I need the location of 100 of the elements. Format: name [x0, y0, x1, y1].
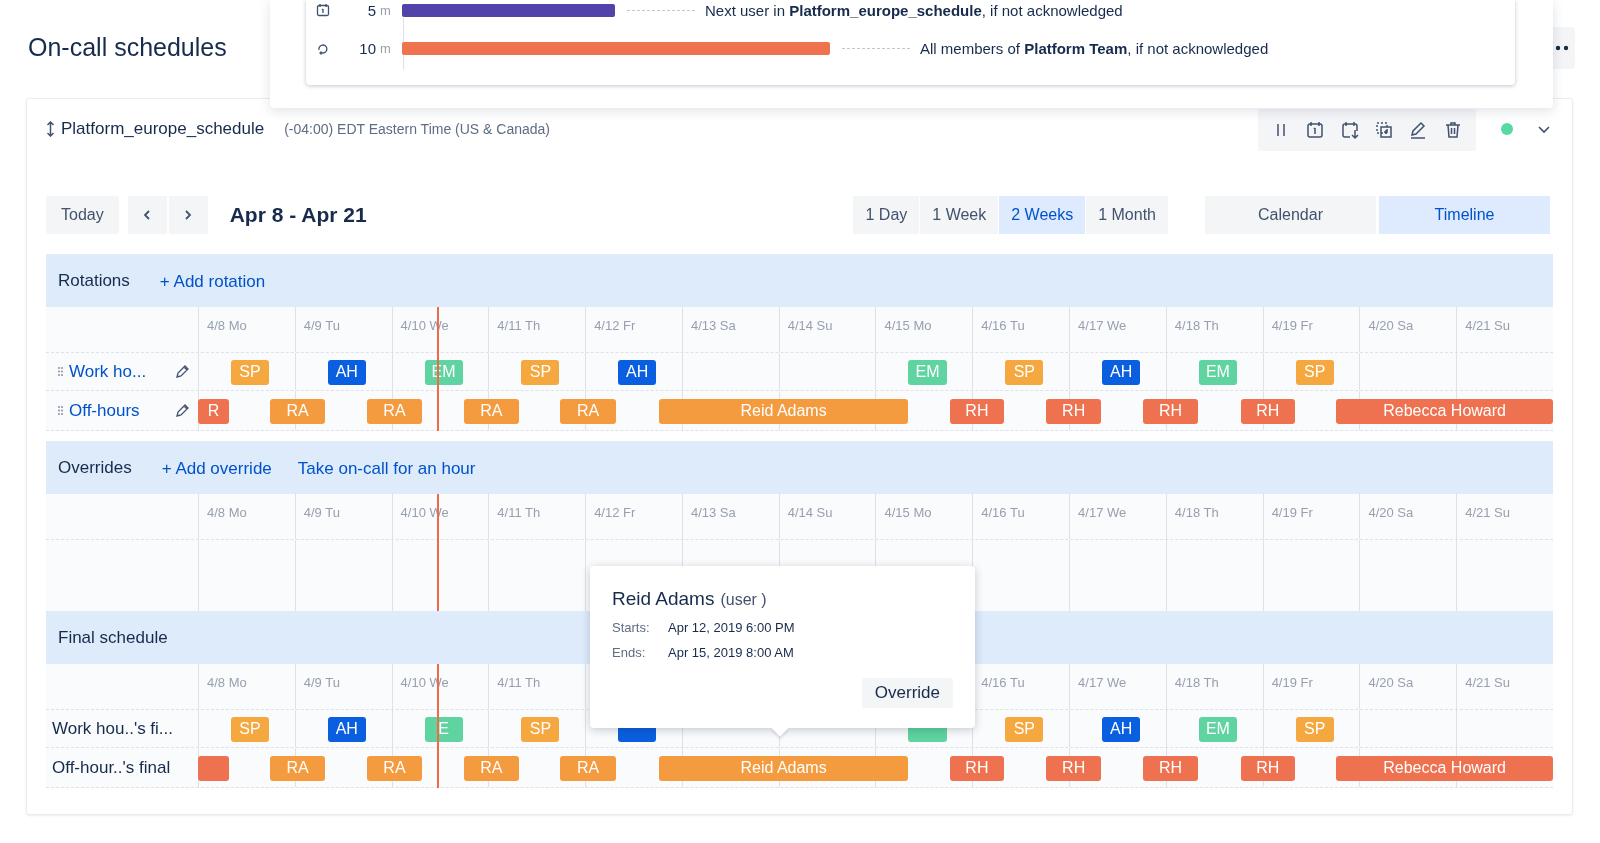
day-label: 4/20 Sa: [1368, 505, 1414, 520]
shift-bar[interactable]: RA: [366, 755, 423, 781]
shift-bar[interactable]: SP: [521, 359, 560, 385]
day-label: 4/18 Th: [1174, 505, 1219, 520]
shift-bar[interactable]: RA: [463, 755, 519, 781]
shift-bar[interactable]: E: [424, 716, 463, 742]
sort-arrows-icon[interactable]: [46, 121, 55, 137]
shift-bar[interactable]: SP: [521, 716, 560, 742]
day-label: 4/16 Tu: [981, 318, 1025, 333]
delay-value: 5: [366, 1, 376, 19]
day-label: 4/15 Mo: [884, 318, 932, 333]
shift-bar[interactable]: RH: [1240, 755, 1295, 781]
shift-bar[interactable]: Reid Adams: [658, 755, 909, 781]
day-label: 4/21 Su: [1465, 505, 1511, 520]
shift-bar[interactable]: AH: [1102, 716, 1141, 742]
section-title: Rotations: [58, 270, 130, 291]
day-label: 4/12 Fr: [594, 318, 636, 333]
pencil-icon[interactable]: [175, 364, 190, 379]
shift-bar[interactable]: RH: [949, 755, 1005, 781]
shift-bar[interactable]: Rebecca Howard: [1336, 755, 1553, 781]
day-label: 4/11 Th: [497, 505, 541, 520]
rotation-link[interactable]: Off-hours: [69, 400, 140, 421]
period-tab[interactable]: 1 Week: [920, 196, 999, 234]
row-label: Off-hour..'s final: [52, 757, 171, 778]
shift-bar[interactable]: [198, 755, 229, 781]
day-label: 4/17 We: [1078, 505, 1127, 520]
view-tab[interactable]: Calendar: [1205, 196, 1376, 234]
day-label: 4/20 Sa: [1368, 318, 1414, 333]
drag-handle-icon[interactable]: [58, 406, 63, 415]
day-label: 4/14 Su: [787, 318, 833, 333]
shift-bar[interactable]: SP: [1005, 716, 1044, 742]
copy-icon[interactable]: [1374, 120, 1395, 140]
shift-bar[interactable]: RH: [1240, 398, 1295, 424]
escalation-text: All members of Platform Team, if not acknowledged: [920, 39, 1269, 57]
shift-bar[interactable]: AH: [327, 359, 366, 385]
shift-bar[interactable]: RA: [270, 755, 326, 781]
shift-bar[interactable]: AH: [618, 359, 657, 385]
more-button[interactable]: [1553, 27, 1575, 69]
row-label: Work hou..'s fi...: [52, 718, 174, 739]
shift-bar[interactable]: SP: [230, 716, 270, 742]
shift-bar[interactable]: RA: [560, 755, 616, 781]
day-label: 4/16 Tu: [981, 505, 1025, 520]
period-tab[interactable]: 1 Month: [1086, 196, 1168, 234]
shift-bar[interactable]: RA: [560, 398, 616, 424]
shift-bar[interactable]: RH: [949, 398, 1005, 424]
more-icon: [1555, 45, 1569, 51]
period-tab[interactable]: 2 Weeks: [999, 196, 1086, 234]
repeat-icon: [316, 41, 330, 55]
shift-bar[interactable]: RH: [1046, 398, 1101, 424]
shift-bar[interactable]: AH: [327, 716, 366, 742]
day-label: 4/17 We: [1078, 318, 1127, 333]
shift-bar[interactable]: SP: [1005, 359, 1044, 385]
field-value: Apr 15, 2019 8:00 AM: [668, 645, 794, 660]
shift-bar[interactable]: EM: [1198, 359, 1237, 385]
pencil-icon[interactable]: [175, 403, 190, 418]
day-label: 4/14 Su: [787, 505, 833, 520]
shift-bar[interactable]: RH: [1143, 755, 1198, 781]
drag-handle-icon[interactable]: [58, 367, 63, 376]
user-role: (user ): [720, 591, 767, 609]
section-action-link[interactable]: + Add rotation: [159, 272, 266, 292]
override-button[interactable]: Override: [861, 678, 953, 708]
shift-bar[interactable]: SP: [1295, 359, 1334, 385]
day-label: 4/8 Mo: [207, 675, 247, 690]
schedule-name: Platform_europe_schedule: [61, 119, 265, 139]
shift-bar[interactable]: EM: [908, 359, 947, 385]
day-label: 4/18 Th: [1174, 318, 1219, 333]
timezone-label: (-04:00) EDT Eastern Time (US & Canada): [284, 121, 551, 137]
view-tab[interactable]: Timeline: [1379, 196, 1550, 234]
today-button[interactable]: Today: [46, 196, 119, 234]
shift-bar[interactable]: RH: [1046, 755, 1101, 781]
section-action-link[interactable]: + Add override: [161, 459, 272, 479]
section-title: Final schedule: [58, 627, 168, 648]
shift-bar[interactable]: RA: [270, 398, 326, 424]
period-tab[interactable]: 1 Day: [853, 196, 920, 234]
shift-bar[interactable]: AH: [1102, 359, 1141, 385]
calendar-arrow-icon[interactable]: [1339, 120, 1360, 140]
day-label: 4/16 Tu: [981, 675, 1025, 690]
day-label: 4/8 Mo: [207, 318, 247, 333]
day-label: 4/8 Mo: [207, 505, 247, 520]
day-label: 4/17 We: [1078, 675, 1127, 690]
shift-bar[interactable]: EM: [1198, 716, 1237, 742]
shift-bar[interactable]: R: [198, 398, 229, 424]
shift-bar[interactable]: RH: [1143, 398, 1198, 424]
shift-bar[interactable]: Reid Adams: [658, 398, 909, 424]
shift-bar[interactable]: RA: [366, 398, 423, 424]
day-label: 4/19 Fr: [1271, 675, 1313, 690]
field-label: Ends:: [612, 645, 647, 660]
delay-value: 10: [358, 39, 376, 57]
day-label: 4/11 Th: [497, 675, 541, 690]
day-label: 4/18 Th: [1174, 675, 1219, 690]
shift-bar[interactable]: Rebecca Howard: [1336, 398, 1553, 424]
user-name: Reid Adams: [612, 588, 715, 610]
rotation-link[interactable]: Work ho...: [69, 361, 147, 382]
shift-bar[interactable]: SP: [1295, 716, 1334, 742]
shift-bar[interactable]: RA: [463, 398, 519, 424]
section-title: Overrides: [58, 457, 132, 478]
day-label: 4/20 Sa: [1368, 675, 1414, 690]
section-action-link[interactable]: Take on-call for an hour: [297, 459, 476, 479]
calendar-icon[interactable]: [1305, 120, 1326, 140]
shift-bar[interactable]: SP: [230, 359, 270, 385]
